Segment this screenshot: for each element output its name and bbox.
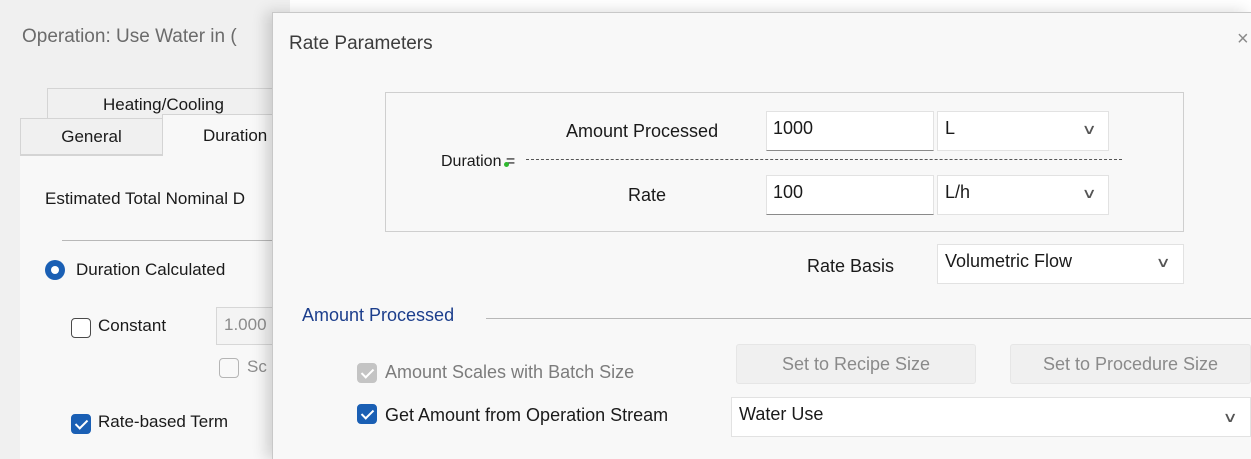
stream-value: Water Use <box>739 404 824 424</box>
rate-basis-select[interactable]: Volumetric Flow <box>937 244 1184 284</box>
operation-stream-select[interactable]: Water Use <box>731 397 1251 437</box>
constant-checkbox[interactable] <box>71 318 91 338</box>
dialog-title: Rate Parameters <box>289 33 433 54</box>
amount-unit-value: L <box>945 118 956 138</box>
close-icon[interactable]: × <box>1237 28 1249 51</box>
constant-value: 1.000 <box>224 315 267 334</box>
rate-label: Rate <box>628 185 667 205</box>
rate-parameters-dialog <box>272 12 1251 459</box>
amount-scales-label: Amount Scales with Batch Size <box>385 362 635 382</box>
chevron-down-icon[interactable]: ∨ <box>1081 185 1096 202</box>
estimated-duration-label: Estimated Total Nominal D <box>45 189 245 208</box>
constant-label[interactable]: Constant <box>98 316 166 336</box>
rate-basis-value: Volumetric Flow <box>945 251 1073 271</box>
button-label: Set to Procedure Size <box>1042 353 1219 374</box>
tab-label: General <box>61 126 122 146</box>
button-label: Set to Recipe Size <box>781 353 931 374</box>
set-to-recipe-size-button[interactable]: Set to Recipe Size <box>736 344 976 384</box>
cursor-dot <box>504 162 509 167</box>
amount-processed-input[interactable]: 1000 <box>766 111 934 151</box>
get-amount-from-stream-checkbox[interactable] <box>357 404 377 424</box>
scales-checkbox[interactable] <box>219 358 239 378</box>
rate-input[interactable]: 100 <box>766 175 934 215</box>
amount-scales-checkbox[interactable] <box>357 363 377 383</box>
rate-unit-value: L/h <box>945 182 971 202</box>
chevron-down-icon[interactable]: ∨ <box>1155 254 1170 271</box>
get-amount-from-stream-label[interactable]: Get Amount from Operation Stream <box>385 405 668 426</box>
chevron-down-icon[interactable]: ∨ <box>1222 409 1237 426</box>
tab-label: Duration <box>203 125 268 145</box>
rate-based-term-checkbox[interactable] <box>71 414 91 434</box>
rate-based-term-label[interactable]: Rate-based Term <box>98 412 228 432</box>
chevron-down-icon[interactable]: ∨ <box>1081 121 1096 138</box>
amount-processed-section-title: Amount Processed <box>302 305 455 325</box>
scales-label: Sc <box>247 357 267 376</box>
tab-label: Heating/Cooling <box>103 94 224 114</box>
duration-calculated-radio[interactable] <box>45 260 65 280</box>
amount-processed-label: Amount Processed <box>566 121 719 141</box>
operation-dialog-title: Operation: Use Water in ( <box>22 26 237 47</box>
duration-calculated-label[interactable]: Duration Calculated <box>76 260 225 280</box>
rate-basis-label: Rate Basis <box>807 256 895 276</box>
set-to-procedure-size-button[interactable]: Set to Procedure Size <box>1010 344 1251 384</box>
separator <box>62 240 292 241</box>
section-divider <box>486 318 1251 319</box>
fraction-line <box>526 159 1122 160</box>
tab-general[interactable]: General <box>20 118 163 155</box>
